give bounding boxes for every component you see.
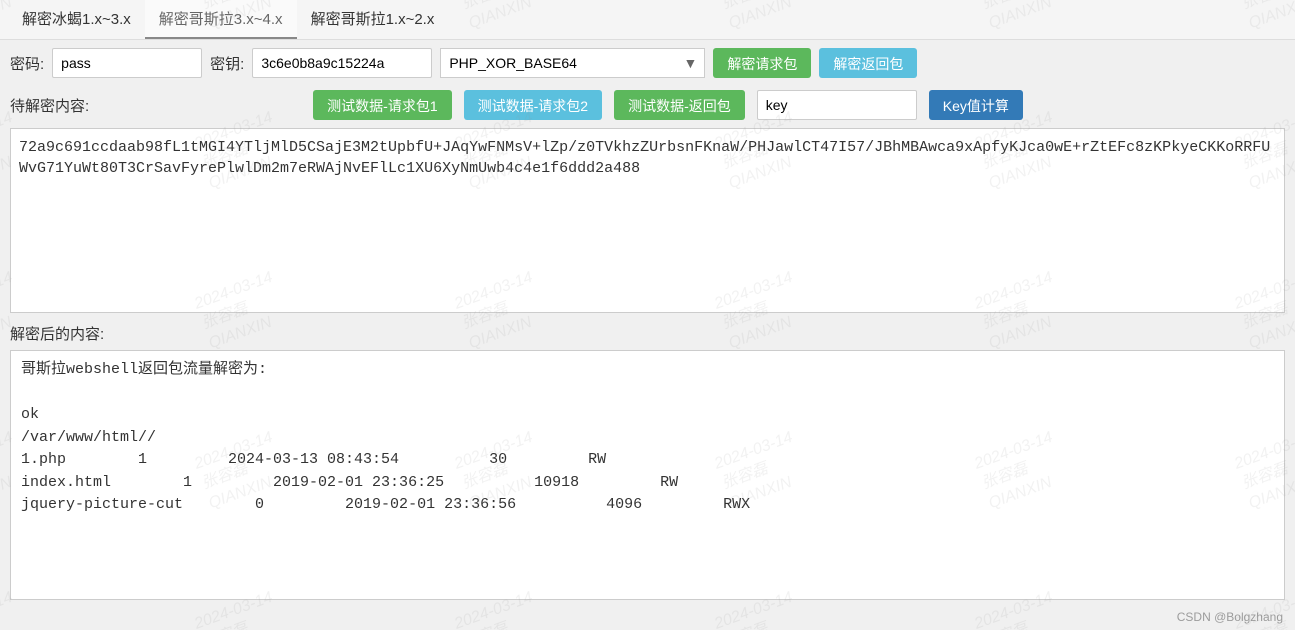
decrypted-label: 解密后的内容: (0, 313, 1295, 350)
test-request2-button[interactable]: 测试数据-请求包2 (464, 90, 602, 120)
method-select[interactable]: PHP_XOR_BASE64 (440, 48, 705, 78)
password-label: 密码: (10, 53, 44, 74)
tab-godzilla-3x-4x[interactable]: 解密哥斯拉3.x~4.x (145, 0, 297, 39)
encrypted-textarea[interactable]: 72a9c691ccdaab98fL1tMGI4YTljMlD5CSajE3M2… (10, 128, 1285, 313)
password-input[interactable] (52, 48, 202, 78)
decrypt-request-button[interactable]: 解密请求包 (713, 48, 811, 78)
attribution-text: CSDN @Bolgzhang (1177, 610, 1283, 624)
test-request1-button[interactable]: 测试数据-请求包1 (313, 90, 451, 120)
tab-bar: 解密冰蝎1.x~3.x 解密哥斯拉3.x~4.x 解密哥斯拉1.x~2.x (0, 0, 1295, 40)
key-value-input[interactable] (757, 90, 917, 120)
decrypted-output[interactable]: 哥斯拉webshell返回包流量解密为: ok /var/www/html// … (10, 350, 1285, 600)
key-input[interactable] (252, 48, 432, 78)
pending-content-label: 待解密内容: (10, 95, 89, 116)
action-row: 待解密内容: 测试数据-请求包1 测试数据-请求包2 测试数据-返回包 Key值… (0, 86, 1295, 128)
toolbar: 密码: 密钥: PHP_XOR_BASE64 ▼ 解密请求包 解密返回包 (0, 40, 1295, 86)
key-calc-button[interactable]: Key值计算 (929, 90, 1023, 120)
tab-bingxie[interactable]: 解密冰蝎1.x~3.x (8, 0, 145, 39)
key-label: 密钥: (210, 53, 244, 74)
decrypt-response-button[interactable]: 解密返回包 (819, 48, 917, 78)
test-response-button[interactable]: 测试数据-返回包 (614, 90, 745, 120)
tab-godzilla-1x-2x[interactable]: 解密哥斯拉1.x~2.x (297, 0, 449, 39)
